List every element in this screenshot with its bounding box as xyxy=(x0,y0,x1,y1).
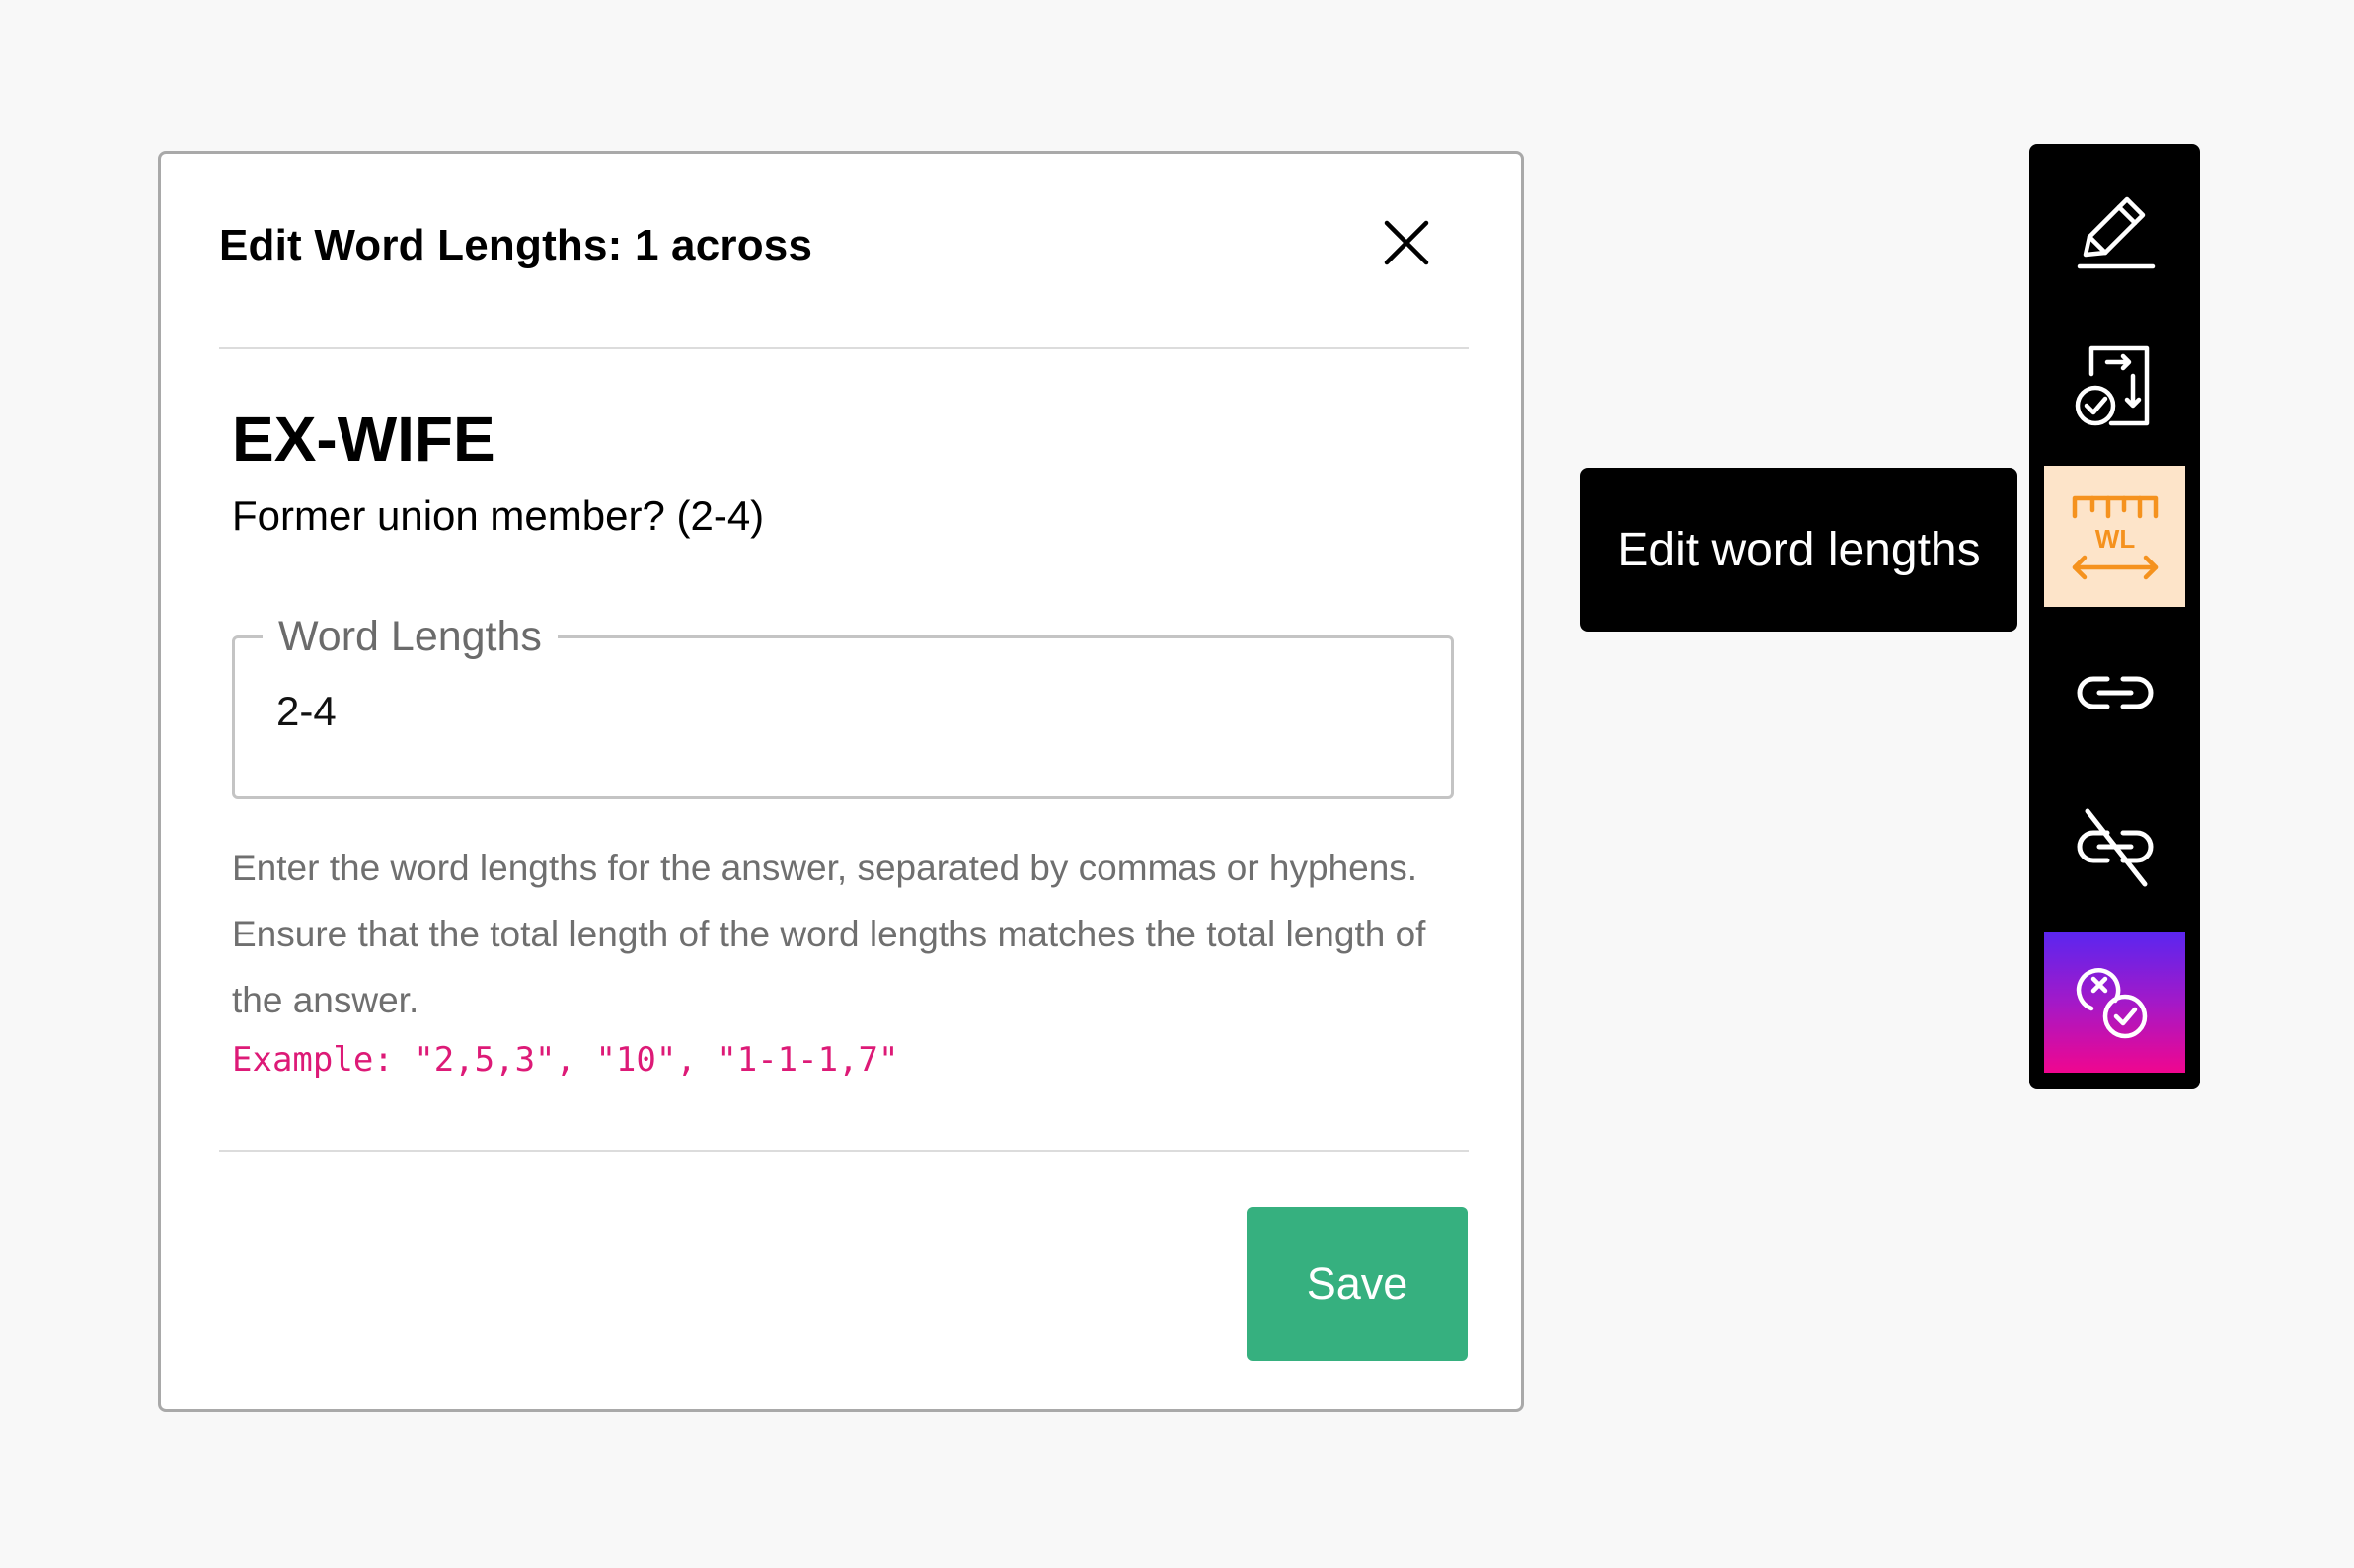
unlink-icon xyxy=(2077,808,2153,886)
save-button[interactable]: Save xyxy=(1247,1207,1468,1361)
clear-check-icon xyxy=(2076,967,2147,1038)
help-text: Enter the word lengths for the answer, s… xyxy=(232,848,1426,1020)
word-lengths-input[interactable] xyxy=(276,688,1411,735)
clue-text: Former union member? (2-4) xyxy=(232,492,765,539)
tool-check-document[interactable] xyxy=(2044,315,2185,456)
word-length-ruler-icon: WL xyxy=(2072,495,2158,579)
tool-clear-check[interactable] xyxy=(2044,932,2185,1073)
tool-edit-word-lengths[interactable]: WL xyxy=(2044,466,2185,607)
answer-text: EX-WIFE xyxy=(232,404,495,475)
close-button[interactable] xyxy=(1377,213,1436,272)
toolbar: WL xyxy=(2029,144,2200,1089)
edit-word-lengths-dialog: Edit Word Lengths: 1 across EX-WIFE Form… xyxy=(158,151,1524,1412)
close-icon xyxy=(1384,220,1429,265)
document-check-arrows-icon xyxy=(2075,345,2149,425)
header-divider xyxy=(219,347,1469,349)
word-lengths-label: Word Lengths xyxy=(263,615,558,658)
link-icon xyxy=(2077,676,2153,709)
tool-edit[interactable] xyxy=(2044,158,2185,299)
tool-link[interactable] xyxy=(2044,622,2185,763)
tool-unlink[interactable] xyxy=(2044,776,2185,917)
example-text: Example: "2,5,3", "10", "1-1-1,7" xyxy=(232,1040,899,1080)
pencil-icon xyxy=(2077,196,2155,268)
tooltip: Edit word lengths xyxy=(1580,468,2017,632)
svg-text:WL: WL xyxy=(2094,524,2135,554)
footer-divider xyxy=(219,1150,1469,1152)
dialog-title: Edit Word Lengths: 1 across xyxy=(219,221,813,269)
word-lengths-field: Word Lengths xyxy=(232,615,1454,799)
tooltip-text: Edit word lengths xyxy=(1617,523,1981,576)
